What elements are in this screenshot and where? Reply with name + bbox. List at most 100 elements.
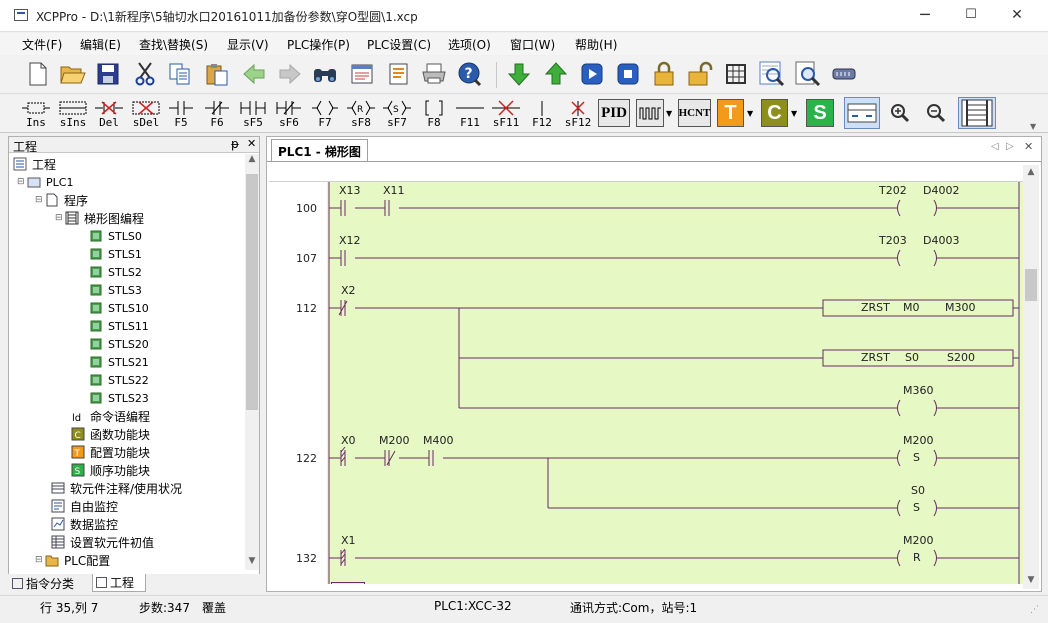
- ladder-rungs[interactable]: X13 X11 T202 D4002 X12 T203 D4003 X2 ZRS…: [327, 182, 1023, 584]
- tree-stls20[interactable]: STLS20: [89, 335, 149, 353]
- cut-icon[interactable]: [131, 60, 159, 88]
- timer-dropdown-icon[interactable]: ▼: [747, 109, 753, 118]
- new-file-icon[interactable]: [24, 60, 52, 88]
- delete-horizontal-button[interactable]: sF11: [488, 96, 524, 130]
- unlock-icon[interactable]: [686, 60, 714, 88]
- close-button[interactable]: ✕: [994, 0, 1040, 31]
- communication-icon[interactable]: [830, 60, 858, 88]
- counter-button[interactable]: C: [761, 99, 788, 127]
- hcnt-button[interactable]: HCNT: [678, 99, 711, 127]
- tree-scroll-thumb[interactable]: [246, 174, 258, 410]
- menu-file[interactable]: 文件(F): [22, 36, 62, 53]
- menu-options[interactable]: 选项(O): [448, 36, 491, 53]
- tree-element-comment[interactable]: 软元件注释/使用状况: [51, 479, 182, 497]
- contact-label[interactable]: X1: [341, 534, 356, 547]
- menu-edit[interactable]: 编辑(E): [80, 36, 121, 53]
- element-table-icon[interactable]: [722, 60, 750, 88]
- pin-icon[interactable]: ᵽ: [231, 137, 239, 151]
- pulse-button[interactable]: [636, 99, 664, 127]
- resize-grip-icon[interactable]: ⋰: [1030, 605, 1039, 615]
- scroll-down-icon[interactable]: ▼: [247, 556, 257, 566]
- minimize-button[interactable]: ─: [902, 0, 948, 31]
- menu-window[interactable]: 窗口(W): [510, 36, 555, 53]
- tree-stls21[interactable]: STLS21: [89, 353, 149, 371]
- layout-view-icon[interactable]: [844, 97, 880, 129]
- copy-icon[interactable]: [166, 60, 194, 88]
- tree-stls0[interactable]: STLS0: [89, 227, 142, 245]
- parallel-nc-button[interactable]: sF6: [271, 96, 307, 130]
- tree-ladder[interactable]: ⊟ 梯形图编程: [55, 209, 144, 227]
- set-coil-button[interactable]: SsF7: [379, 96, 415, 130]
- tree-plc1[interactable]: ⊟ PLC1: [17, 173, 73, 191]
- ladder-scroll-thumb[interactable]: [1025, 269, 1037, 301]
- coil-label[interactable]: T202: [879, 184, 907, 197]
- coil-button[interactable]: F7: [307, 96, 343, 130]
- search-document-icon[interactable]: [794, 60, 822, 88]
- collapse-icon[interactable]: ⊟: [17, 177, 27, 187]
- tree-stls1[interactable]: STLS1: [89, 245, 142, 263]
- collapse-icon[interactable]: ⊟: [55, 213, 65, 223]
- instruction-button[interactable]: F8: [416, 96, 452, 130]
- counter-dropdown-icon[interactable]: ▼: [791, 109, 797, 118]
- nc-contact-button[interactable]: F6: [199, 96, 235, 130]
- find-binoculars-icon[interactable]: [311, 60, 339, 88]
- tree-stls2[interactable]: STLS2: [89, 263, 142, 281]
- contact-label[interactable]: X2: [341, 284, 356, 297]
- device-list-icon[interactable]: [348, 60, 376, 88]
- menu-plc-settings[interactable]: PLC设置(C): [367, 36, 431, 53]
- menu-help[interactable]: 帮助(H): [575, 36, 617, 53]
- tab-close-icon[interactable]: ✕: [1024, 140, 1033, 153]
- pulse-dropdown-icon[interactable]: ▼: [666, 109, 672, 118]
- scroll-up-icon[interactable]: ▲: [1026, 167, 1036, 177]
- tree-sequence-block[interactable]: S 顺序功能块: [71, 461, 150, 479]
- download-icon[interactable]: [505, 60, 533, 88]
- tree-command[interactable]: ld 命令语编程: [71, 407, 150, 425]
- contact-label[interactable]: X12: [339, 234, 361, 247]
- contact-label[interactable]: X13: [339, 184, 361, 197]
- vertical-line-button[interactable]: F12: [524, 96, 560, 130]
- tab-next-icon[interactable]: ▷: [1006, 141, 1014, 152]
- forward-arrow-icon[interactable]: [276, 60, 304, 88]
- tree-data-monitor[interactable]: 数据监控: [51, 515, 118, 533]
- instruction-operand[interactable]: S0: [905, 351, 919, 364]
- tree-root[interactable]: 工程: [13, 155, 56, 173]
- ladder-view-icon[interactable]: [958, 97, 996, 129]
- coil-label[interactable]: M200: [903, 534, 934, 547]
- instruction-operand[interactable]: S200: [947, 351, 975, 364]
- step-button[interactable]: S: [806, 99, 834, 127]
- instruction-operand[interactable]: M300: [945, 301, 976, 314]
- tab-project[interactable]: 工程: [92, 574, 146, 592]
- maximize-button[interactable]: ☐: [948, 0, 994, 31]
- document-tab[interactable]: PLC1 - 梯形图: [271, 139, 368, 161]
- contact-label[interactable]: X11: [383, 184, 405, 197]
- menu-find-replace[interactable]: 查找\替换(S): [139, 36, 208, 53]
- contact-label[interactable]: X0: [341, 434, 356, 447]
- run-icon[interactable]: [578, 60, 606, 88]
- tree-stls3[interactable]: STLS3: [89, 281, 142, 299]
- lock-icon[interactable]: [650, 60, 678, 88]
- instruction-operand[interactable]: M0: [903, 301, 920, 314]
- tree-program[interactable]: ⊟ 程序: [35, 191, 88, 209]
- shift-insert-button[interactable]: sIns: [55, 96, 91, 130]
- coil-label[interactable]: M200: [903, 434, 934, 447]
- tab-instruction-category[interactable]: 指令分类: [12, 574, 90, 592]
- save-icon[interactable]: [94, 60, 122, 88]
- zoom-in-icon[interactable]: [886, 99, 914, 127]
- insert-row-button[interactable]: Ins: [18, 96, 54, 130]
- scroll-up-icon[interactable]: ▲: [247, 154, 257, 164]
- back-arrow-icon[interactable]: [240, 60, 268, 88]
- horizontal-line-button[interactable]: F11: [452, 96, 488, 130]
- tree-stls23[interactable]: STLS23: [89, 389, 149, 407]
- instruction-label[interactable]: ZRST: [861, 301, 890, 314]
- contact-label[interactable]: M400: [423, 434, 454, 447]
- collapse-icon[interactable]: ⊟: [35, 195, 45, 205]
- delete-row-button[interactable]: Del: [91, 96, 127, 130]
- collapse-icon[interactable]: ⊟: [35, 555, 45, 565]
- ladder-scrollbar[interactable]: ▲ ▼: [1023, 165, 1039, 589]
- shift-delete-button[interactable]: sDel: [128, 96, 164, 130]
- tree-scrollbar[interactable]: ▲ ▼: [245, 154, 259, 570]
- zoom-document-icon[interactable]: [758, 60, 786, 88]
- help-icon[interactable]: ?: [456, 60, 484, 88]
- report-icon[interactable]: [385, 60, 413, 88]
- menu-view[interactable]: 显示(V): [227, 36, 269, 53]
